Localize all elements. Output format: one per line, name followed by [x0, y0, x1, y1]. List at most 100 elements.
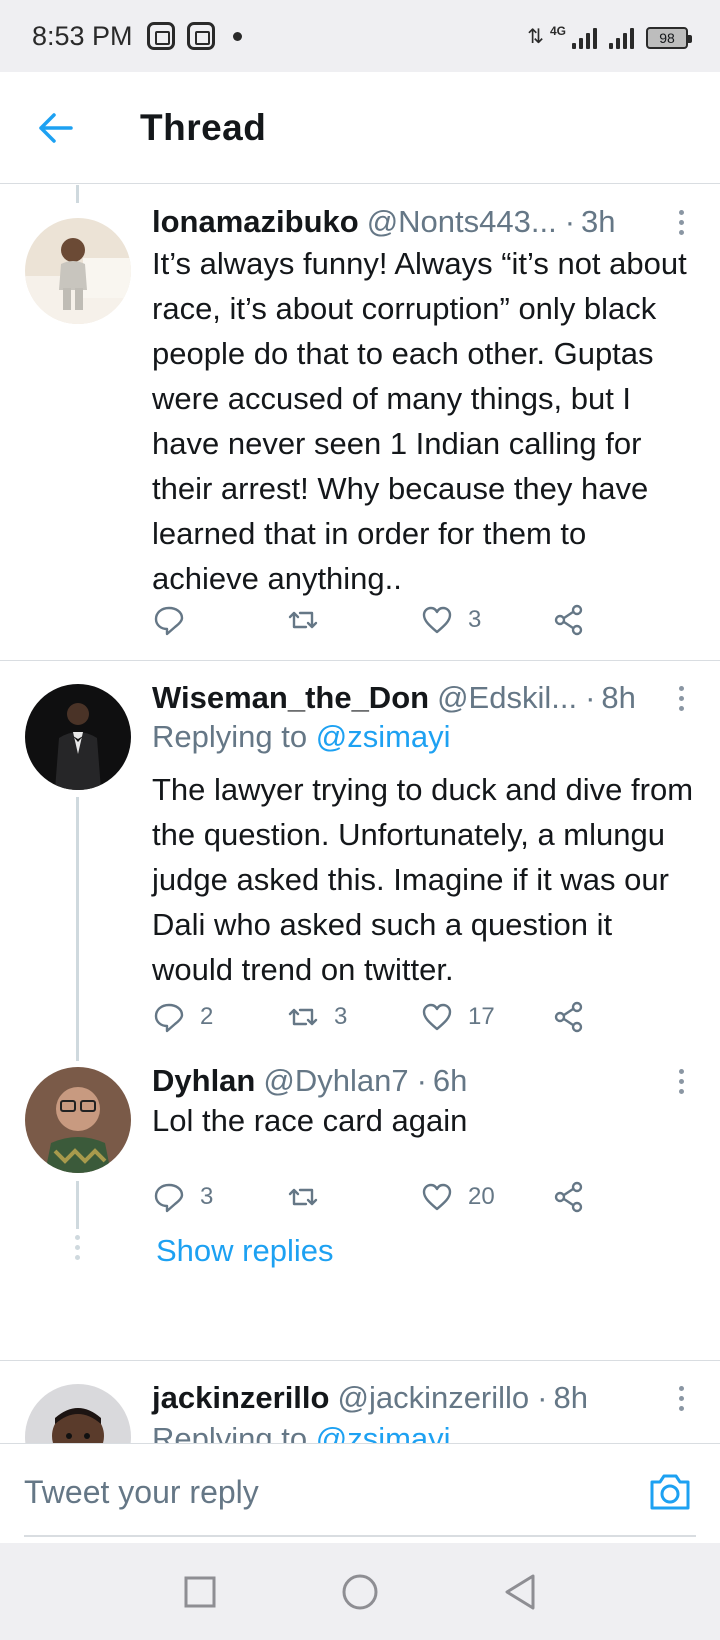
like-button[interactable]: 3	[420, 598, 481, 642]
arrow-left-icon	[39, 112, 73, 143]
tweet[interactable]: Wiseman_the_Don @Edskil... · 8h Replying…	[0, 661, 720, 1061]
author-name[interactable]: Dyhlan	[152, 1063, 255, 1099]
retweet-icon	[288, 611, 318, 629]
status-time: 8:53 PM	[32, 20, 133, 51]
share-icon	[554, 604, 583, 636]
tweet-header: lonamazibuko @Nonts443... · 3h	[152, 202, 696, 242]
tweet[interactable]: jackinzerillo @jackinzerillo · 8h Replyi…	[0, 1361, 720, 1443]
share-button[interactable]	[552, 1175, 586, 1219]
reply-button[interactable]: 2	[152, 995, 213, 1039]
retweet-icon	[288, 1188, 318, 1206]
retweet-button[interactable]	[286, 1175, 334, 1219]
more-options-button[interactable]	[666, 202, 696, 242]
retweet-button[interactable]	[286, 598, 334, 642]
tweet-actions: 3	[152, 598, 612, 642]
retweet-icon	[288, 1008, 318, 1026]
tweet-time[interactable]: 6h	[433, 1063, 467, 1099]
heart-icon	[422, 1183, 452, 1211]
like-count: 20	[468, 1183, 495, 1210]
author-name[interactable]: jackinzerillo	[152, 1380, 329, 1416]
separator: ·	[585, 680, 596, 715]
reply-count: 2	[200, 1003, 214, 1030]
more-notifications-dot-icon	[232, 31, 242, 41]
data-transfer-icon: ⇅	[527, 25, 544, 48]
replying-to-prefix: Replying to	[152, 1421, 308, 1443]
system-nav-bar	[0, 1543, 720, 1640]
replying-to-handle[interactable]: @zsimayi	[316, 719, 451, 754]
replying-to-handle[interactable]: @zsimayi	[316, 1421, 451, 1443]
reply-button[interactable]: 3	[152, 1175, 213, 1219]
share-button[interactable]	[552, 995, 586, 1039]
like-count: 3	[468, 606, 482, 633]
avatar[interactable]	[25, 1384, 131, 1443]
square-icon	[184, 1576, 216, 1607]
separator: ·	[416, 1063, 427, 1098]
share-icon	[554, 1181, 583, 1213]
tweet-header: jackinzerillo @jackinzerillo · 8h	[152, 1378, 696, 1418]
reply-button[interactable]	[152, 598, 200, 642]
tweet[interactable]: Dyhlan @Dyhlan7 · 6h Lol the race card a…	[0, 1061, 720, 1296]
share-button[interactable]	[552, 598, 586, 642]
heart-icon	[422, 606, 452, 634]
app-header: Thread	[0, 72, 720, 184]
more-options-button[interactable]	[666, 1061, 696, 1101]
retweet-count: 3	[334, 1003, 348, 1030]
show-replies-link[interactable]: Show replies	[156, 1233, 333, 1269]
replying-to-prefix: Replying to	[152, 719, 308, 754]
author-handle[interactable]: @Edskil...	[437, 680, 577, 716]
replying-to: Replying to @zsimayi	[152, 1421, 451, 1443]
heart-icon	[422, 1003, 452, 1031]
reply-icon	[154, 606, 184, 636]
tweet-actions: 2 3 17	[152, 995, 612, 1039]
separator: ·	[564, 204, 576, 239]
author-name[interactable]: Wiseman_the_Don	[152, 680, 429, 716]
author-name[interactable]: lonamazibuko	[152, 204, 359, 240]
camera-button[interactable]	[646, 1468, 694, 1516]
like-button[interactable]: 17	[420, 995, 495, 1039]
thread-connector	[76, 1181, 79, 1229]
retweet-button[interactable]: 3	[286, 995, 347, 1039]
like-button[interactable]: 20	[420, 1175, 495, 1219]
thread-connector	[76, 797, 79, 1061]
tweet-time[interactable]: 8h	[554, 1380, 588, 1416]
camera-icon	[650, 1474, 690, 1510]
author-handle[interactable]: @Nonts443...	[367, 204, 557, 240]
replying-to: Replying to @zsimayi	[152, 719, 451, 755]
triangle-back-icon	[505, 1574, 535, 1609]
avatar[interactable]	[25, 684, 131, 790]
thread-timeline[interactable]: lonamazibuko @Nonts443... · 3h It’s alwa…	[0, 185, 720, 1443]
page-title: Thread	[140, 106, 267, 148]
tweet-text: Lol the race card again	[152, 1103, 468, 1138]
network-type: 4G	[549, 23, 566, 38]
avatar-photo	[25, 1067, 131, 1173]
tweet-header: Wiseman_the_Don @Edskil... · 8h	[152, 678, 696, 718]
reply-composer: Tweet your reply	[0, 1443, 720, 1543]
more-options-button[interactable]	[666, 1378, 696, 1418]
battery-icon: 98	[646, 26, 692, 49]
tweet-time[interactable]: 8h	[601, 680, 635, 716]
avatar[interactable]	[25, 1067, 131, 1173]
tweet-time[interactable]: 3h	[581, 204, 615, 240]
more-options-button[interactable]	[666, 678, 696, 718]
like-count: 17	[468, 1003, 495, 1030]
back-button[interactable]	[24, 96, 88, 160]
author-handle[interactable]: @Dyhlan7	[263, 1063, 408, 1099]
avatar[interactable]	[25, 218, 131, 324]
signal-strength-icon	[572, 25, 597, 49]
tweet-header: Dyhlan @Dyhlan7 · 6h	[152, 1061, 696, 1101]
recents-button[interactable]	[176, 1568, 224, 1616]
reply-input[interactable]: Tweet your reply	[24, 1474, 259, 1511]
separator: ·	[537, 1380, 548, 1415]
tweet[interactable]: lonamazibuko @Nonts443... · 3h It’s alwa…	[0, 185, 720, 660]
reply-count: 3	[200, 1183, 214, 1210]
avatar-photo	[25, 218, 131, 324]
system-back-button[interactable]	[496, 1568, 544, 1616]
tweet-text: It’s always funny! Always “it’s not abou…	[152, 246, 687, 596]
home-button[interactable]	[336, 1568, 384, 1616]
avatar-photo	[25, 1384, 131, 1443]
share-icon	[554, 1001, 583, 1033]
author-handle[interactable]: @jackinzerillo	[337, 1380, 529, 1416]
tweet-text: The lawyer trying to duck and dive from …	[152, 772, 694, 987]
notification-icon	[146, 22, 175, 50]
circle-icon	[342, 1574, 378, 1609]
